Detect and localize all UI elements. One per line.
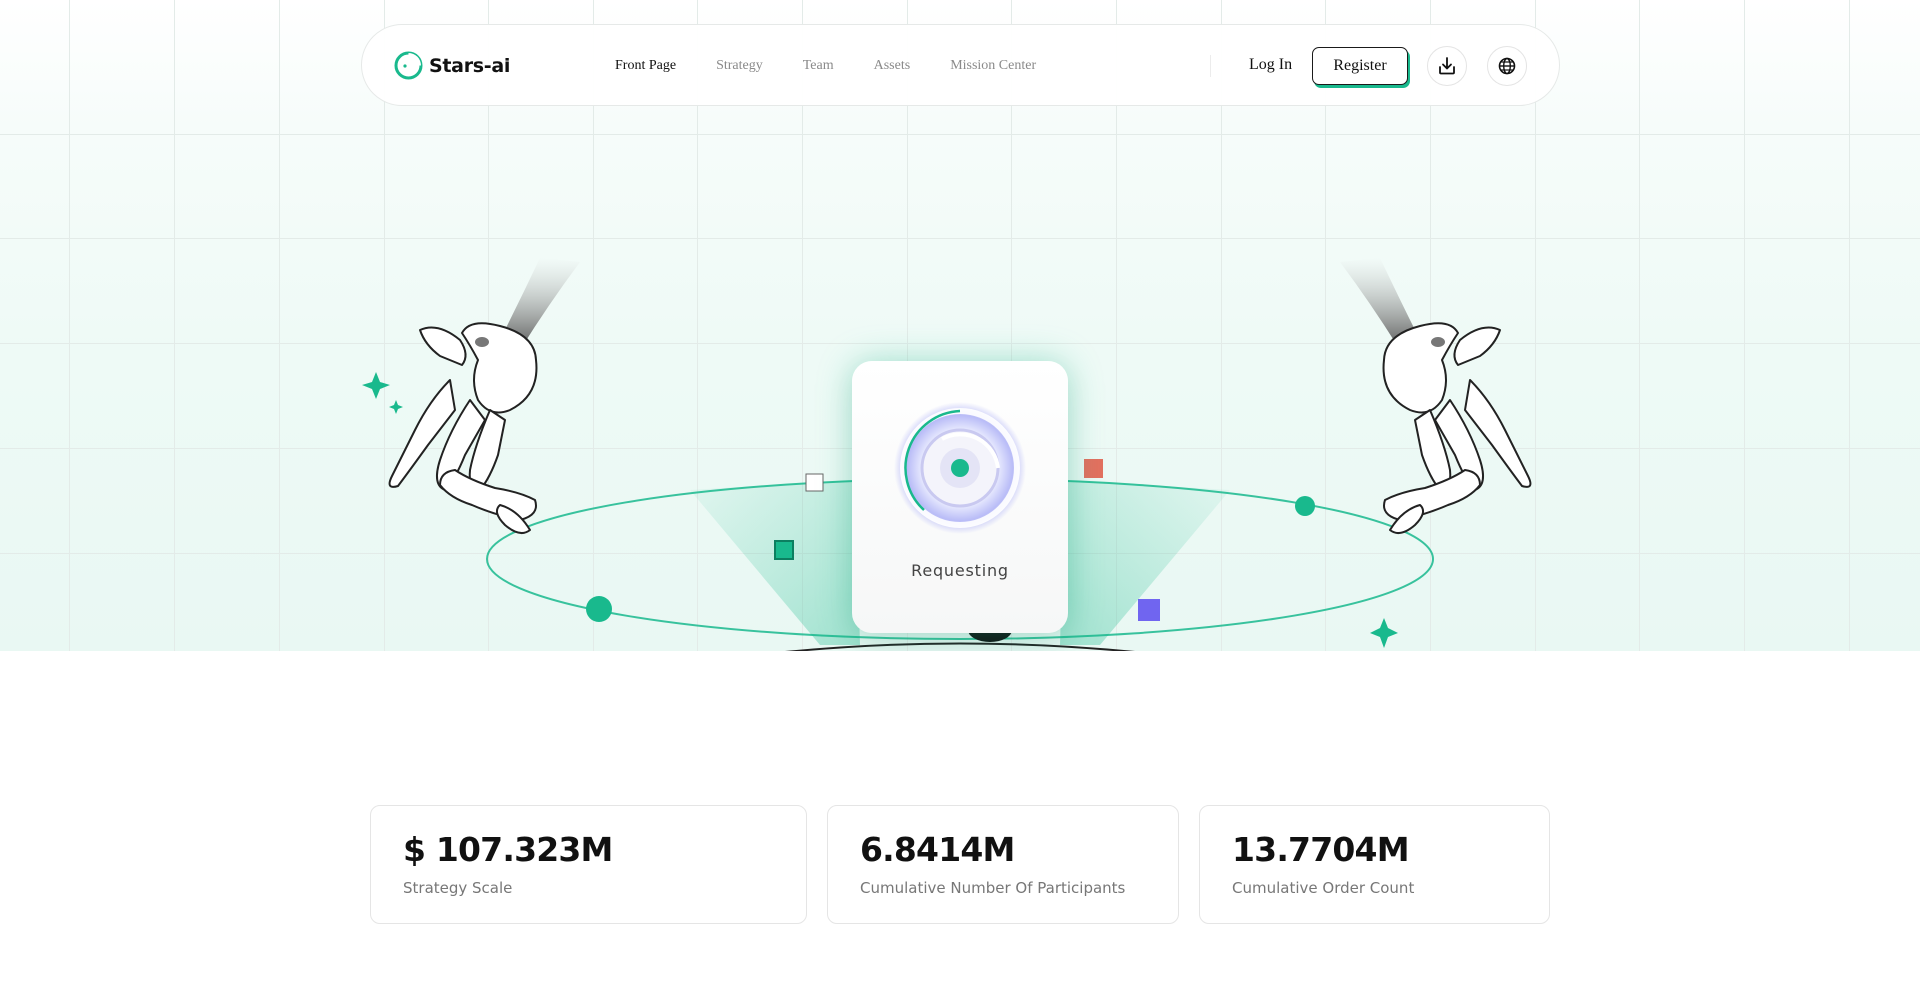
floating-square-violet <box>1138 599 1160 621</box>
stat-card-strategy-scale: $ 107.323M Strategy Scale <box>370 805 807 924</box>
nav-item-front-page[interactable]: Front Page <box>615 58 676 74</box>
stat-label: Strategy Scale <box>403 879 513 897</box>
stat-label: Cumulative Order Count <box>1232 879 1415 897</box>
nav-item-mission-center[interactable]: Mission Center <box>950 58 1036 74</box>
language-button[interactable] <box>1487 46 1527 86</box>
top-navbar: Stars-ai Front Page Strategy Team Assets… <box>361 24 1560 106</box>
loading-spinner-icon <box>894 402 1026 534</box>
globe-icon <box>1498 57 1516 75</box>
nav-divider <box>1210 55 1211 77</box>
orbit-dot <box>586 596 612 622</box>
brand-name: Stars-ai <box>429 54 511 77</box>
download-icon <box>1439 57 1455 75</box>
floating-square-coral <box>1084 459 1103 478</box>
orbit-dot <box>1295 496 1315 516</box>
stat-value: 6.8414M <box>860 830 1015 869</box>
stat-value: $ 107.323M <box>403 830 613 869</box>
register-button[interactable]: Register <box>1312 47 1408 85</box>
sparkle-icon <box>389 400 403 414</box>
stat-label: Cumulative Number Of Participants <box>860 879 1126 897</box>
floating-square-outline <box>805 473 824 492</box>
nav-item-strategy[interactable]: Strategy <box>716 58 763 74</box>
stat-card-order-count: 13.7704M Cumulative Order Count <box>1199 805 1550 924</box>
sparkle-icon <box>362 372 390 399</box>
robot-hand-left <box>388 258 580 535</box>
sparkle-icon <box>1370 618 1398 648</box>
requesting-status: Requesting <box>911 561 1009 580</box>
login-link[interactable]: Log In <box>1249 56 1292 74</box>
robot-hand-right <box>1340 258 1532 535</box>
stat-card-participants: 6.8414M Cumulative Number Of Participant… <box>827 805 1179 924</box>
logo-icon <box>394 51 423 80</box>
download-button[interactable] <box>1427 46 1467 86</box>
nav-item-assets[interactable]: Assets <box>874 58 911 74</box>
brand-logo[interactable]: Stars-ai <box>394 51 510 80</box>
stat-value: 13.7704M <box>1232 830 1410 869</box>
requesting-card: Requesting <box>852 361 1068 633</box>
main-nav: Front Page Strategy Team Assets Mission … <box>615 58 1036 74</box>
floating-square-green <box>774 540 794 560</box>
nav-item-team[interactable]: Team <box>803 58 834 74</box>
light-beam-left <box>690 480 860 645</box>
